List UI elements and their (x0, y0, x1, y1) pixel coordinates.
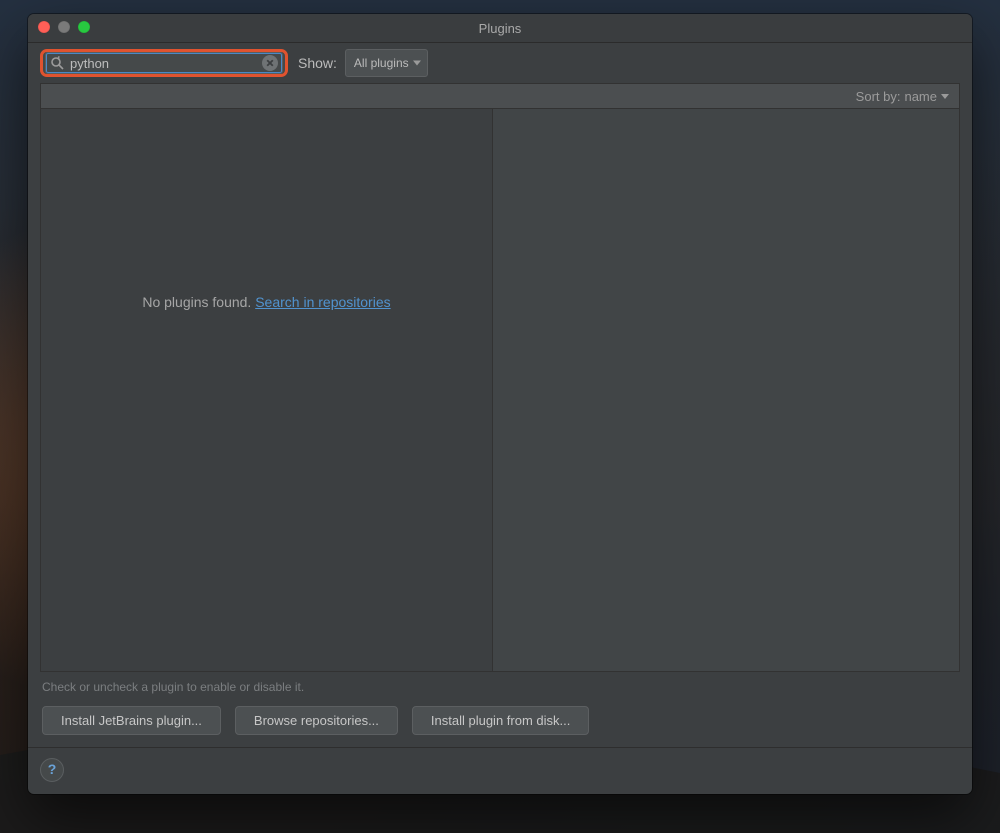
filter-row: Show: All plugins (28, 43, 972, 83)
search-input[interactable] (66, 56, 262, 71)
sort-by-button[interactable]: Sort by: name (856, 89, 949, 104)
sort-value: name (904, 89, 937, 104)
window-controls (38, 21, 90, 33)
window-title: Plugins (479, 21, 522, 36)
search-field-wrapper (45, 52, 283, 74)
install-from-disk-button[interactable]: Install plugin from disk... (412, 706, 589, 735)
hint-text: Check or uncheck a plugin to enable or d… (28, 672, 972, 698)
show-filter-value: All plugins (354, 56, 409, 70)
titlebar: Plugins (28, 14, 972, 43)
sort-prefix: Sort by: (856, 89, 901, 104)
minimize-window-button[interactable] (58, 21, 70, 33)
chevron-down-icon (941, 94, 949, 99)
help-button[interactable]: ? (40, 758, 64, 782)
search-highlight (40, 49, 288, 77)
button-row: Install JetBrains plugin... Browse repos… (28, 698, 972, 747)
dialog-footer: ? (28, 747, 972, 794)
empty-text: No plugins found. (142, 294, 251, 310)
plugins-dialog: Plugins (28, 14, 972, 794)
empty-state: No plugins found. Search in repositories (142, 294, 390, 310)
install-jetbrains-plugin-button[interactable]: Install JetBrains plugin... (42, 706, 221, 735)
show-filter-select[interactable]: All plugins (345, 49, 428, 77)
search-repositories-link[interactable]: Search in repositories (255, 294, 390, 310)
sort-header: Sort by: name (40, 83, 960, 108)
browse-repositories-button[interactable]: Browse repositories... (235, 706, 398, 735)
show-label: Show: (298, 55, 337, 71)
plugin-details-pane (493, 109, 959, 671)
plugins-list-pane: No plugins found. Search in repositories (41, 109, 493, 671)
split-panes: No plugins found. Search in repositories (40, 108, 960, 672)
search-icon (50, 56, 66, 70)
zoom-window-button[interactable] (78, 21, 90, 33)
close-window-button[interactable] (38, 21, 50, 33)
content-area: Sort by: name No plugins found. Search i… (28, 83, 972, 672)
clear-search-button[interactable] (262, 55, 278, 71)
